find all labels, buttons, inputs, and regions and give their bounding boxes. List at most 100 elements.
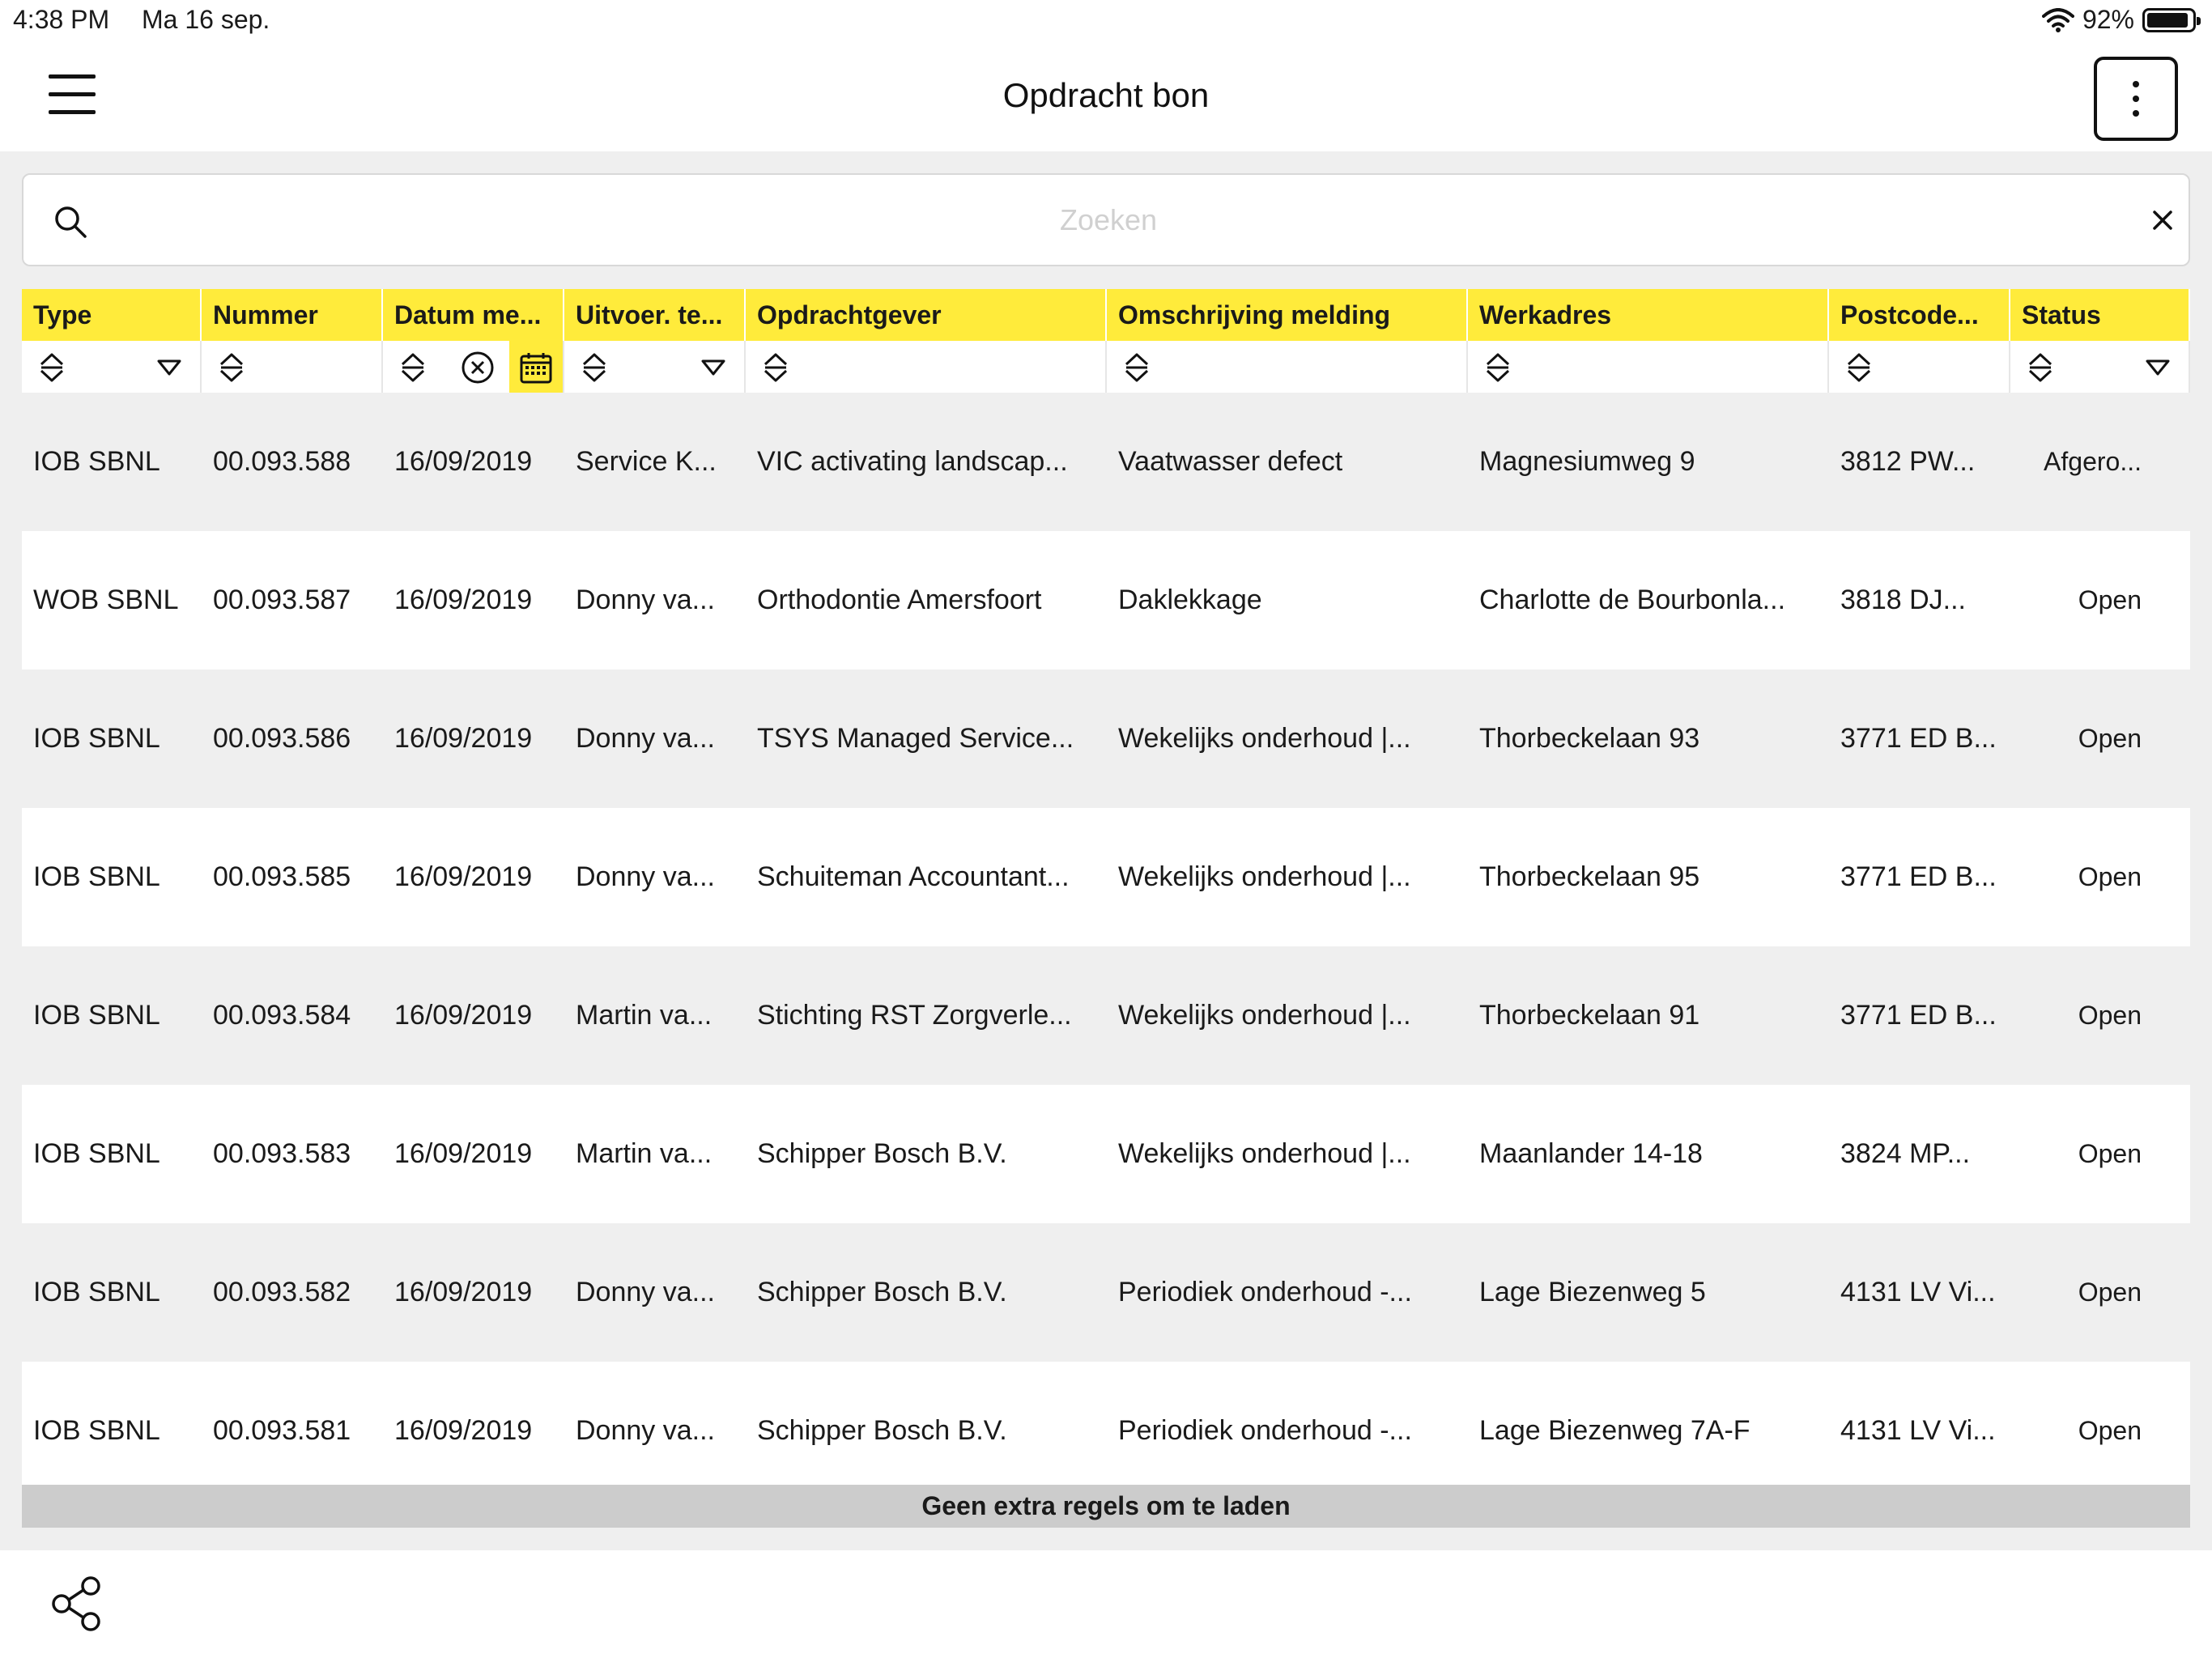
status-cell: Open bbox=[2010, 1278, 2190, 1307]
status-cell: Open bbox=[2010, 1001, 2190, 1031]
cell-type: IOB SBNL bbox=[33, 446, 160, 477]
cell-uitvoer: Donny va... bbox=[576, 585, 715, 615]
triangle-down-icon[interactable] bbox=[156, 359, 182, 376]
column-header-uitvoer[interactable]: Uitvoer. te... bbox=[564, 289, 746, 341]
table-row[interactable]: IOB SBNL 00.093.583 16/09/2019 Martin va...… bbox=[22, 1085, 2190, 1223]
cell-datum: 16/09/2019 bbox=[394, 1000, 533, 1031]
triangle-down-icon[interactable] bbox=[700, 359, 726, 376]
cell-werkadres: Lage Biezenweg 7A-F bbox=[1479, 1415, 1750, 1446]
status-right: 92% bbox=[2041, 5, 2201, 35]
filter-cell-omschrijving bbox=[1107, 341, 1468, 393]
cell-opdrachtgever: Schipper Bosch B.V. bbox=[757, 1138, 1007, 1169]
circle-x-icon[interactable] bbox=[461, 351, 495, 385]
column-header-opdrachtgever[interactable]: Opdrachtgever bbox=[746, 289, 1107, 341]
cell-opdrachtgever: Schuiteman Accountant... bbox=[757, 861, 1070, 892]
status-cell: Open bbox=[2010, 724, 2190, 754]
search-icon bbox=[55, 206, 87, 238]
sort-icon[interactable] bbox=[1484, 352, 1512, 383]
status-text: Open bbox=[2078, 724, 2142, 753]
app-header: Opdracht bon bbox=[0, 42, 2212, 151]
status-text: Open bbox=[2078, 585, 2142, 614]
sort-icon[interactable] bbox=[762, 352, 789, 383]
cell-datum: 16/09/2019 bbox=[394, 1415, 533, 1446]
cell-nummer: 00.093.588 bbox=[213, 446, 351, 477]
cell-nummer: 00.093.585 bbox=[213, 861, 351, 892]
search-bar bbox=[22, 173, 2190, 266]
cell-omschrijving: Wekelijks onderhoud |... bbox=[1118, 1000, 1411, 1031]
column-header-type[interactable]: Type bbox=[22, 289, 202, 341]
cell-type: IOB SBNL bbox=[33, 861, 160, 892]
cell-uitvoer: Donny va... bbox=[576, 723, 715, 754]
cell-uitvoer: Service K... bbox=[576, 446, 717, 477]
calendar-button[interactable] bbox=[509, 341, 563, 393]
cell-omschrijving: Wekelijks onderhoud |... bbox=[1118, 1138, 1411, 1169]
cell-uitvoer: Martin va... bbox=[576, 1000, 713, 1031]
sort-icon[interactable] bbox=[1123, 352, 1151, 383]
filter-cell-type bbox=[22, 341, 202, 393]
share-icon[interactable] bbox=[49, 1575, 105, 1633]
cell-type: IOB SBNL bbox=[33, 1000, 160, 1031]
status-time: 4:38 PM bbox=[13, 5, 110, 34]
load-more-footer: Geen extra regels om te laden bbox=[22, 1485, 2190, 1528]
filter-cell-nummer bbox=[202, 341, 383, 393]
page-title: Opdracht bon bbox=[1002, 76, 1210, 114]
cell-postcode: 4131 LV Vi... bbox=[1840, 1277, 1996, 1307]
close-icon[interactable] bbox=[2145, 202, 2180, 238]
cell-postcode: 3818 DJ... bbox=[1840, 585, 1966, 615]
table-row[interactable]: WOB SBNL 00.093.587 16/09/2019 Donny va... O… bbox=[22, 531, 2190, 670]
table-body: IOB SBNL 00.093.588 16/09/2019 Service K...… bbox=[22, 393, 2190, 1500]
table-row[interactable]: IOB SBNL 00.093.588 16/09/2019 Service K...… bbox=[22, 393, 2190, 531]
cell-opdrachtgever: TSYS Managed Service... bbox=[757, 723, 1074, 754]
cell-werkadres: Maanlander 14-18 bbox=[1479, 1138, 1703, 1169]
table-row[interactable]: IOB SBNL 00.093.581 16/09/2019 Donny va... S… bbox=[22, 1362, 2190, 1500]
table-row[interactable]: IOB SBNL 00.093.584 16/09/2019 Martin va...… bbox=[22, 946, 2190, 1085]
status-text: Open bbox=[2078, 862, 2142, 891]
filter-cell-postcode bbox=[1829, 341, 2010, 393]
table-row[interactable]: IOB SBNL 00.093.585 16/09/2019 Donny va... S… bbox=[22, 808, 2190, 946]
filter-cell-status bbox=[2010, 341, 2190, 393]
cell-postcode: 3771 ED B... bbox=[1840, 861, 1997, 892]
sort-icon[interactable] bbox=[218, 352, 245, 383]
column-header-datum[interactable]: Datum me... bbox=[383, 289, 564, 341]
cell-postcode: 3771 ED B... bbox=[1840, 1000, 1997, 1031]
cell-nummer: 00.093.581 bbox=[213, 1415, 351, 1446]
cell-opdrachtgever: Stichting RST Zorgverle... bbox=[757, 1000, 1072, 1031]
status-text: Open bbox=[2078, 1001, 2142, 1030]
column-header-postcode[interactable]: Postcode... bbox=[1829, 289, 2010, 341]
filter-cell-datum bbox=[383, 341, 564, 393]
sort-icon[interactable] bbox=[2027, 352, 2054, 383]
cell-datum: 16/09/2019 bbox=[394, 723, 533, 754]
cell-opdrachtgever: VIC activating landscap... bbox=[757, 446, 1068, 477]
vertical-dots-icon bbox=[2133, 81, 2139, 87]
cell-datum: 16/09/2019 bbox=[394, 446, 533, 477]
cell-omschrijving: Daklekkage bbox=[1118, 585, 1262, 615]
status-cell: Open bbox=[2010, 585, 2190, 615]
column-header-nummer[interactable]: Nummer bbox=[202, 289, 383, 341]
cell-opdrachtgever: Schipper Bosch B.V. bbox=[757, 1415, 1007, 1446]
more-options-button[interactable] bbox=[2094, 57, 2178, 141]
sort-icon[interactable] bbox=[38, 352, 66, 383]
search-input[interactable] bbox=[121, 191, 2096, 249]
status-text: Open bbox=[2078, 1416, 2142, 1445]
cell-datum: 16/09/2019 bbox=[394, 861, 533, 892]
status-text: Open bbox=[2078, 1278, 2142, 1307]
cell-werkadres: Thorbeckelaan 91 bbox=[1479, 1000, 1700, 1031]
cell-opdrachtgever: Orthodontie Amersfoort bbox=[757, 585, 1042, 615]
cell-type: IOB SBNL bbox=[33, 1138, 160, 1169]
orders-table: Type Nummer Datum me... Uitvoer. te... Opdra… bbox=[22, 289, 2190, 1500]
sort-icon[interactable] bbox=[581, 352, 608, 383]
table-row[interactable]: IOB SBNL 00.093.582 16/09/2019 Donny va... S… bbox=[22, 1223, 2190, 1362]
triangle-down-icon[interactable] bbox=[2145, 359, 2171, 376]
table-header-row: Type Nummer Datum me... Uitvoer. te... Opdra… bbox=[22, 289, 2190, 341]
sort-icon[interactable] bbox=[1845, 352, 1873, 383]
column-header-omschrijving[interactable]: Omschrijving melding bbox=[1107, 289, 1468, 341]
wifi-icon bbox=[2041, 7, 2074, 32]
sort-icon[interactable] bbox=[399, 352, 427, 383]
status-text: Afgero... bbox=[2044, 447, 2142, 476]
cell-type: IOB SBNL bbox=[33, 723, 160, 754]
cell-uitvoer: Donny va... bbox=[576, 861, 715, 892]
table-row[interactable]: IOB SBNL 00.093.586 16/09/2019 Donny va... T… bbox=[22, 670, 2190, 808]
column-header-werkadres[interactable]: Werkadres bbox=[1468, 289, 1829, 341]
column-header-status[interactable]: Status bbox=[2010, 289, 2190, 341]
cell-postcode: 3771 ED B... bbox=[1840, 723, 1997, 754]
